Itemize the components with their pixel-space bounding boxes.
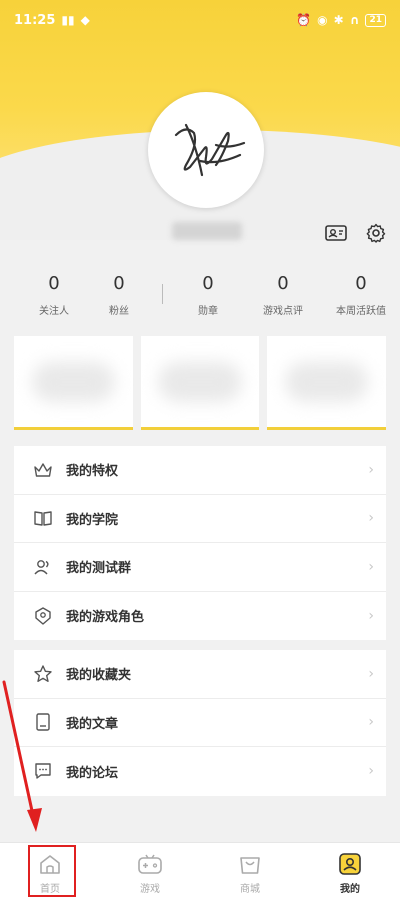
menu-label: 我的游戏角色 — [66, 610, 145, 626]
status-bar: 11:25 ▮▮ ◆ ⏰ ◉ ✱ ∩ 21 — [0, 0, 400, 40]
menu-label: 我的特权 — [66, 464, 119, 480]
stat-fans-value: 0 — [113, 273, 125, 294]
menu-group-primary: 我的特权 › 我的学院 › 我的测试群 › 我的游戏角色 › — [14, 446, 386, 640]
bluetooth-icon: ✱ — [333, 13, 344, 27]
username-blurred — [172, 222, 242, 240]
stat-game-reviews[interactable]: 0 游戏点评 — [243, 272, 323, 317]
stat-weekly-activity-value: 0 — [355, 273, 367, 294]
profile-icon — [337, 851, 363, 877]
banner-card[interactable] — [14, 336, 133, 430]
menu-item-forum[interactable]: 我的论坛 › — [14, 747, 386, 796]
shield-icon — [32, 605, 54, 627]
signal-icon: ▮▮ — [61, 13, 75, 27]
chevron-right-icon: › — [368, 714, 374, 731]
stat-game-reviews-label: 游戏点评 — [263, 306, 303, 317]
menu-item-privileges[interactable]: 我的特权 › — [14, 446, 386, 495]
group-icon — [32, 556, 54, 578]
tab-profile[interactable]: 我的 — [300, 843, 400, 902]
battery-icon: 21 — [365, 13, 386, 27]
tab-store[interactable]: 商城 — [200, 843, 300, 902]
menu-label: 我的测试群 — [66, 561, 132, 577]
stats-row: 0 关注人 0 粉丝 0 勋章 0 游戏点评 0 本周活跃值 — [0, 272, 400, 322]
chevron-right-icon: › — [368, 665, 374, 682]
id-card-icon[interactable] — [324, 222, 348, 244]
gamepad-icon — [137, 851, 163, 877]
tab-label: 商城 — [240, 883, 260, 895]
banner-card[interactable] — [267, 336, 387, 430]
chevron-right-icon: › — [368, 763, 374, 780]
stat-fans[interactable]: 0 粉丝 — [94, 272, 144, 317]
stat-game-reviews-value: 0 — [277, 273, 289, 294]
signature-image — [174, 123, 246, 177]
menu-label: 我的文章 — [66, 716, 119, 732]
stat-medals-label: 勋章 — [198, 306, 218, 317]
stats-divider — [162, 284, 163, 304]
stat-following[interactable]: 0 关注人 — [14, 272, 94, 317]
menu-item-favorites[interactable]: 我的收藏夹 › — [14, 650, 386, 699]
crown-icon — [32, 459, 54, 481]
chevron-right-icon: › — [368, 558, 374, 575]
chevron-right-icon: › — [368, 607, 374, 624]
alarm-icon: ⏰ — [296, 13, 312, 27]
chevron-right-icon: › — [368, 510, 374, 527]
avatar[interactable] — [148, 92, 264, 208]
stat-following-label: 关注人 — [39, 306, 69, 317]
settings-gear-icon[interactable] — [364, 222, 388, 244]
nfc-icon: ◉ — [317, 13, 328, 27]
annotation-highlight-box — [28, 845, 76, 897]
wifi-icon: ◆ — [80, 13, 90, 27]
menu-item-test-group[interactable]: 我的测试群 › — [14, 543, 386, 592]
stat-following-value: 0 — [48, 273, 60, 294]
stat-medals-value: 0 — [202, 273, 214, 294]
menu-item-academy[interactable]: 我的学院 › — [14, 495, 386, 543]
shopping-bag-icon — [237, 851, 263, 877]
headphone-icon: ∩ — [349, 13, 360, 27]
annotation-arrow — [2, 680, 42, 832]
book-icon — [32, 507, 54, 529]
stat-weekly-activity[interactable]: 0 本周活跃值 — [323, 272, 399, 317]
menu-label: 我的学院 — [66, 512, 119, 528]
stat-weekly-activity-label: 本周活跃值 — [336, 306, 386, 317]
tab-games[interactable]: 游戏 — [100, 843, 200, 902]
menu-label: 我的收藏夹 — [66, 668, 132, 684]
banner-card[interactable] — [140, 336, 260, 430]
tab-label: 我的 — [340, 883, 360, 895]
menu-item-game-roles[interactable]: 我的游戏角色 › — [14, 592, 386, 641]
menu-group-secondary: 我的收藏夹 › 我的文章 › 我的论坛 › — [14, 650, 386, 796]
chevron-right-icon: › — [368, 461, 374, 478]
stat-medals[interactable]: 0 勋章 — [173, 272, 243, 317]
menu-item-articles[interactable]: 我的文章 › — [14, 699, 386, 747]
menu-label: 我的论坛 — [66, 765, 119, 781]
stat-fans-label: 粉丝 — [109, 306, 129, 317]
banner-row — [14, 336, 387, 430]
tab-label: 游戏 — [140, 883, 160, 895]
status-time: 11:25 — [14, 12, 56, 28]
